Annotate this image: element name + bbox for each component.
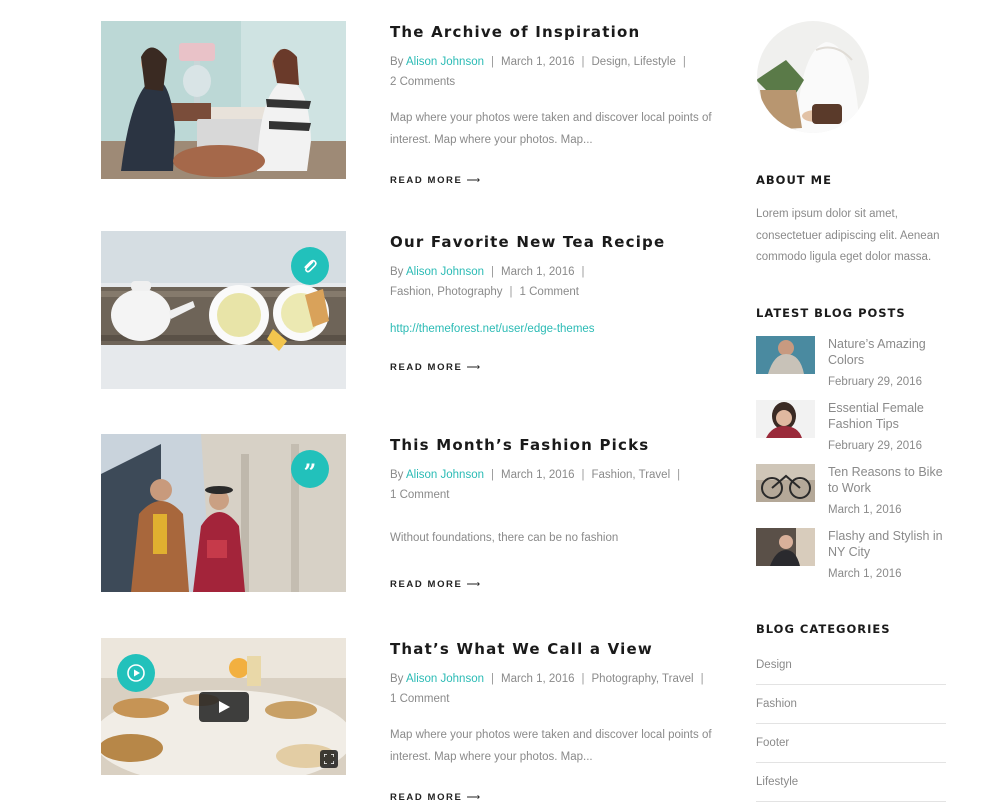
post-date[interactable]: March 1, 2016	[501, 56, 575, 68]
comments-link[interactable]: 1 Comment	[520, 286, 579, 298]
comments-link[interactable]: 1 Comment	[390, 489, 449, 501]
latest-post-item[interactable]: Flashy and Stylish in NY City March 1, 2…	[756, 528, 946, 582]
post-link[interactable]: http://themeforest.net/user/edge-themes	[390, 319, 720, 339]
latest-post-date: February 29, 2016	[828, 376, 922, 388]
latest-post-title[interactable]: Flashy and Stylish in NY City	[828, 528, 946, 560]
post-categories[interactable]: Fashion, Travel	[592, 469, 671, 481]
meta-separator: |	[682, 56, 686, 68]
read-more-link[interactable]: READ MORE ⟶	[390, 362, 720, 373]
post-categories[interactable]: Photography, Travel	[592, 673, 694, 685]
latest-post-date: March 1, 2016	[828, 568, 902, 580]
arrow-right-icon: ⟶	[466, 579, 481, 590]
meta-separator: |	[509, 286, 513, 298]
latest-post-date: March 1, 2016	[828, 504, 902, 516]
widget-title: BLOG CATEGORIES	[756, 622, 891, 636]
latest-post-item[interactable]: Nature’s Amazing Colors February 29, 201…	[756, 336, 946, 390]
post-excerpt: Map where your photos were taken and dis…	[390, 729, 712, 763]
post-date[interactable]: March 1, 2016	[501, 469, 575, 481]
comments-link[interactable]: 1 Comment	[390, 693, 449, 705]
post-categories[interactable]: Design, Lifestyle	[592, 56, 676, 68]
about-text: Lorem ipsum dolor sit amet, consectetuer…	[756, 208, 940, 263]
latest-post-title[interactable]: Nature’s Amazing Colors	[828, 336, 946, 368]
latest-post-title[interactable]: Ten Reasons to Bike to Work	[828, 464, 946, 496]
post-thumbnail[interactable]	[101, 638, 346, 775]
by-label: By	[390, 469, 404, 481]
play-circle-icon	[117, 654, 155, 692]
author-link[interactable]: Alison Johnson	[406, 56, 484, 68]
post-date[interactable]: March 1, 2016	[501, 266, 575, 278]
read-more-link[interactable]: READ MORE ⟶	[390, 579, 720, 590]
post-date[interactable]: March 1, 2016	[501, 673, 575, 685]
author-link[interactable]: Alison Johnson	[406, 469, 484, 481]
meta-separator: |	[700, 673, 704, 685]
read-more-link[interactable]: READ MORE ⟶	[390, 792, 720, 803]
meta-separator: |	[581, 56, 585, 68]
post-thumbnail[interactable]	[101, 21, 346, 179]
meta-separator: |	[581, 673, 585, 685]
meta-separator: |	[490, 266, 494, 278]
read-more-label: READ MORE	[390, 175, 463, 186]
post-categories[interactable]: Fashion, Photography	[390, 286, 503, 298]
read-more-label: READ MORE	[390, 362, 463, 373]
latest-post-title[interactable]: Essential Female Fashion Tips	[828, 400, 946, 432]
by-label: By	[390, 673, 404, 685]
category-link[interactable]: Fashion	[756, 685, 946, 724]
widget-title: LATEST BLOG POSTS	[756, 306, 906, 320]
latest-posts-widget: LATEST BLOG POSTS Nature’s Amazing Color…	[756, 306, 946, 596]
meta-separator: |	[490, 673, 494, 685]
post-title[interactable]: Our Favorite New Tea Recipe	[390, 231, 720, 253]
post-meta: By Alison Johnson | March 1, 2016 | Fashion…	[390, 262, 720, 302]
paperclip-icon	[291, 247, 329, 285]
post-title[interactable]: That’s What We Call a View	[390, 638, 720, 660]
read-more-label: READ MORE	[390, 579, 463, 590]
post-meta: By Alison Johnson | March 1, 2016 | Photogra…	[390, 669, 720, 709]
author-link[interactable]: Alison Johnson	[406, 673, 484, 685]
author-link[interactable]: Alison Johnson	[406, 266, 484, 278]
latest-post-item[interactable]: Essential Female Fashion Tips February 2…	[756, 400, 946, 454]
fullscreen-icon[interactable]	[320, 750, 338, 768]
meta-separator: |	[490, 469, 494, 481]
post-meta: By Alison Johnson | March 1, 2016 | Design, …	[390, 52, 720, 92]
arrow-right-icon: ⟶	[466, 175, 481, 186]
post-excerpt: Without foundations, there can be no fas…	[390, 532, 619, 544]
post-excerpt: Map where your photos were taken and dis…	[390, 112, 712, 146]
meta-separator: |	[677, 469, 681, 481]
post-thumbnail[interactable]: ”	[101, 434, 346, 592]
arrow-right-icon: ⟶	[466, 792, 481, 803]
quote-icon: ”	[291, 450, 329, 488]
post-title[interactable]: The Archive of Inspiration	[390, 21, 720, 43]
latest-post-thumbnail[interactable]	[756, 528, 815, 566]
by-label: By	[390, 56, 404, 68]
play-icon	[219, 701, 230, 713]
widget-title: ABOUT ME	[756, 173, 832, 187]
author-avatar	[756, 20, 871, 135]
latest-post-date: February 29, 2016	[828, 440, 922, 452]
post-thumbnail[interactable]	[101, 231, 346, 389]
latest-post-thumbnail[interactable]	[756, 336, 815, 374]
blog-categories-widget: BLOG CATEGORIES Design Fashion Footer Li…	[756, 622, 946, 812]
arrow-right-icon: ⟶	[466, 362, 481, 373]
latest-post-thumbnail[interactable]	[756, 400, 815, 438]
latest-post-item[interactable]: Ten Reasons to Bike to Work March 1, 201…	[756, 464, 946, 518]
video-play-button[interactable]	[199, 692, 249, 722]
comments-link[interactable]: 2 Comments	[390, 76, 455, 88]
about-me-widget: ABOUT ME Lorem ipsum dolor sit amet, con…	[756, 173, 946, 269]
meta-separator: |	[490, 56, 494, 68]
post-title[interactable]: This Month’s Fashion Picks	[390, 434, 720, 456]
read-more-link[interactable]: READ MORE ⟶	[390, 175, 720, 186]
category-link[interactable]: Lifestyle	[756, 763, 946, 802]
read-more-label: READ MORE	[390, 792, 463, 803]
meta-separator: |	[581, 469, 585, 481]
post-meta: By Alison Johnson | March 1, 2016 | Fashion,…	[390, 465, 720, 505]
category-link[interactable]: Footer	[756, 724, 946, 763]
meta-separator: |	[581, 266, 585, 278]
by-label: By	[390, 266, 404, 278]
category-link[interactable]: Design	[756, 646, 946, 685]
latest-post-thumbnail[interactable]	[756, 464, 815, 502]
